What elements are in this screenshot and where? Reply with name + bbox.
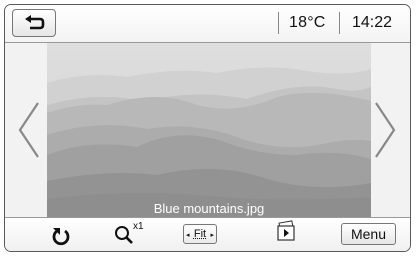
fit-label: Fit <box>193 228 207 240</box>
zoom-button[interactable]: x1 <box>114 221 150 247</box>
menu-button[interactable]: Menu <box>341 223 396 245</box>
bottom-toolbar: x1 ◂ Fit ▸ Menu <box>5 217 410 251</box>
back-button[interactable] <box>12 9 56 37</box>
zoom-icon <box>115 226 133 244</box>
photo-filename: Blue mountains.jpg <box>153 201 265 216</box>
fit-button[interactable]: ◂ Fit ▸ <box>183 224 217 244</box>
mountain-photo-image <box>47 43 371 219</box>
photo-viewer: Blue mountains.jpg <box>5 43 410 219</box>
slideshow-icon <box>277 220 295 241</box>
rotate-icon[interactable] <box>51 224 71 248</box>
divider <box>278 12 279 34</box>
top-bar: 18°C 14:22 <box>5 5 410 43</box>
media-screen: 18°C 14:22 Blue mountains.jpg x1 ◂ Fit ▸… <box>4 4 411 252</box>
photo[interactable]: Blue mountains.jpg <box>47 43 371 219</box>
left-arrow-icon: ◂ <box>186 232 190 239</box>
right-arrow-icon: ▸ <box>210 232 214 239</box>
clock: 14:22 <box>352 14 393 31</box>
chevron-left-icon[interactable] <box>16 100 42 160</box>
slideshow-button[interactable] <box>273 220 299 244</box>
chevron-right-icon[interactable] <box>372 100 398 160</box>
temperature-readout: 18°C <box>289 14 326 31</box>
zoom-level: x1 <box>133 221 144 232</box>
back-arrow-icon <box>25 15 45 30</box>
divider <box>339 12 340 34</box>
